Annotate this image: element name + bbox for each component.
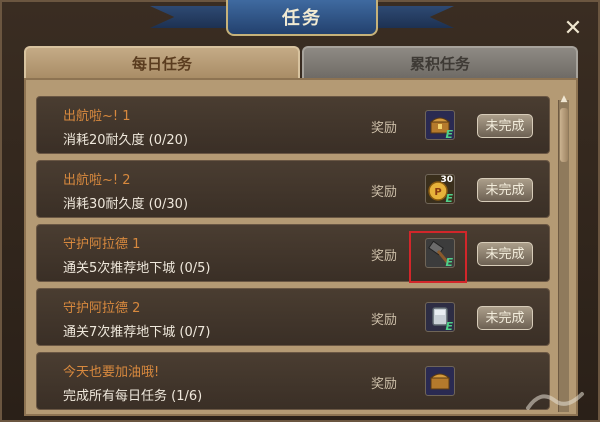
task-row: 出航啦~! 2 消耗30耐久度 (0/30) 奖励 P 30 E 未完成 [36,160,550,218]
task-row: 守护阿拉德 1 通关5次推荐地下城 (0/5) 奖励 E 未完成 [36,224,550,282]
stone-block-icon[interactable]: E [425,302,455,332]
task-name: 出航啦~! 1 [63,109,131,124]
task-row: 守护阿拉德 2 通关7次推荐地下城 (0/7) 奖励 E 未完成 [36,288,550,346]
reward-label: 奖励 [371,377,398,392]
scroll-thumb[interactable] [560,108,568,162]
task-name: 守护阿拉德 2 [63,301,141,316]
equip-badge-icon: E [445,320,453,332]
task-desc: 通关5次推荐地下城 (0/5) [63,261,211,276]
task-desc: 完成所有每日任务 (1/6) [63,389,203,404]
task-name: 出航啦~! 2 [63,173,131,188]
task-desc: 通关7次推荐地下城 (0/7) [63,325,211,340]
task-list: 出航啦~! 1 消耗20耐久度 (0/20) 奖励 E 未完成 出航啦~! 2 … [36,96,550,412]
close-icon[interactable]: ✕ [562,18,584,40]
watermark-logo-icon [526,392,584,410]
status-button[interactable]: 未完成 [477,178,533,202]
coin-count-badge: 30 [440,175,453,185]
reward-label: 奖励 [371,121,398,136]
reward-label: 奖励 [371,185,398,200]
task-panel: 出航啦~! 1 消耗20耐久度 (0/20) 奖励 E 未完成 出航啦~! 2 … [24,78,578,416]
scroll-up-icon[interactable]: ▲ [559,94,569,104]
gold-coin-icon[interactable]: P 30 E [425,174,455,204]
tab-daily-tasks[interactable]: 每日任务 [24,46,300,78]
status-button[interactable]: 未完成 [477,306,533,330]
task-row: 出航啦~! 1 消耗20耐久度 (0/20) 奖励 E 未完成 [36,96,550,154]
title-banner: 任务 [150,0,454,36]
task-name: 今天也要加油哦! [63,365,160,380]
treasure-chest-icon[interactable]: E [425,110,455,140]
reward-label: 奖励 [371,313,398,328]
reward-label: 奖励 [371,249,398,264]
status-button[interactable]: 未完成 [477,114,533,138]
status-button[interactable]: 未完成 [477,242,533,266]
task-name: 守护阿拉德 1 [63,237,141,252]
window-title: 任务 [282,8,322,29]
highlight-box [409,231,467,283]
svg-text:P: P [434,187,441,198]
task-desc: 消耗30耐久度 (0/30) [63,197,189,212]
task-row: 今天也要加油哦! 完成所有每日任务 (1/6) 奖励 [36,352,550,410]
quest-window: 任务 ✕ 每日任务 累积任务 出航啦~! 1 消耗20耐久度 (0/20) 奖励… [0,0,600,422]
equip-badge-icon: E [445,192,453,204]
equip-badge-icon: E [445,128,453,140]
treasure-chest-icon[interactable] [425,366,455,396]
treasure-chest-icon [429,373,451,390]
task-desc: 消耗20耐久度 (0/20) [63,133,189,148]
tab-cumulative-tasks[interactable]: 累积任务 [302,46,578,78]
scrollbar[interactable]: ▲ [558,94,569,412]
